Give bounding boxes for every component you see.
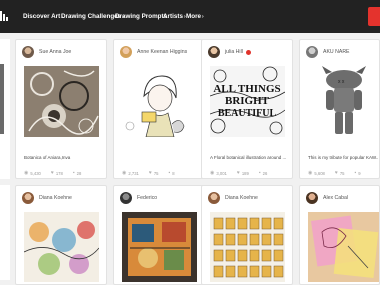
artwork-stats: ◉ 5,608 ♥ 75 ▪ 9 xyxy=(308,170,371,176)
svg-text:x x: x x xyxy=(338,79,345,85)
nav-more[interactable]: More › xyxy=(186,0,204,33)
artwork-image[interactable]: ALL THINGS BRIGHT BEAUTIFUL xyxy=(210,66,285,137)
username[interactable]: Diana Koehne xyxy=(39,195,72,201)
artwork-stats: ◉ 3,001 ♥ 189 ▪ 26 xyxy=(210,170,277,176)
heart-icon: ♥ xyxy=(50,170,54,176)
eye-icon: ◉ xyxy=(122,170,127,176)
pro-badge-icon xyxy=(245,49,251,55)
avatar[interactable] xyxy=(306,192,318,204)
artwork-card[interactable]: julia Hill ALL THINGS BRIGHT BEAUTIFUL A… xyxy=(201,39,293,179)
username[interactable]: Alex Cabal xyxy=(323,195,348,201)
artwork-image[interactable]: x x xyxy=(308,66,379,137)
heart-icon: ♥ xyxy=(334,170,338,176)
artwork-description: Botanica of Aniara,Inva xyxy=(24,155,71,160)
artwork-description: A Floral botanical illustration around .… xyxy=(210,155,287,160)
artwork-card[interactable]: AKU NARE x x This is my tribute for popu… xyxy=(299,39,380,179)
join-button[interactable] xyxy=(368,7,380,26)
nav-drawing-prompts[interactable]: Drawing Prompts xyxy=(115,0,167,33)
heart-icon: ♥ xyxy=(148,170,152,176)
username[interactable]: Anne Keenan Higgins xyxy=(137,49,187,55)
eye-icon: ◉ xyxy=(24,170,29,176)
comment-icon: ▪ xyxy=(354,170,357,176)
artwork-card[interactable]: Anne Keenan Higgins ◉ 2,731 ♥ 75 ▪ 8 xyxy=(113,39,205,179)
views-stat: ◉ 5,430 xyxy=(24,170,41,176)
avatar[interactable] xyxy=(120,46,132,58)
views-stat: ◉ 5,608 xyxy=(308,170,325,176)
card-header: Alex Cabal xyxy=(306,192,348,204)
avatar[interactable] xyxy=(208,46,220,58)
artwork-image[interactable] xyxy=(122,212,197,282)
avatar[interactable] xyxy=(22,192,34,204)
comments-stat[interactable]: ▪ 28 xyxy=(73,170,81,176)
nav-discover-art[interactable]: Discover Art › xyxy=(23,0,63,33)
heart-icon: ♥ xyxy=(236,170,240,176)
username[interactable]: Federico xyxy=(137,195,157,201)
artwork-image[interactable] xyxy=(210,212,285,282)
artwork-stats: ◉ 2,731 ♥ 75 ▪ 8 xyxy=(122,170,185,176)
likes-stat[interactable]: ♥ 75 xyxy=(335,170,345,176)
artwork-card[interactable]: Diana Koehne xyxy=(201,185,293,285)
artwork-image[interactable] xyxy=(24,66,99,137)
card-header: Sue Anna Joe xyxy=(22,46,71,58)
artwork-image[interactable] xyxy=(308,212,379,282)
comments-stat[interactable]: ▪ 26 xyxy=(259,170,267,176)
likes-stat[interactable]: ♥ 189 xyxy=(237,170,249,176)
username[interactable]: julia Hill xyxy=(225,49,243,55)
avatar[interactable] xyxy=(208,192,220,204)
artwork-card[interactable]: Sue Anna Joe Botanica of Aniara,Inva ◉ 5,… xyxy=(15,39,107,179)
card-header: julia Hill xyxy=(208,46,251,58)
username[interactable]: AKU NARE xyxy=(323,49,350,55)
partial-card-left-2[interactable] xyxy=(0,185,10,280)
username[interactable]: Sue Anna Joe xyxy=(39,49,71,55)
comments-stat[interactable]: ▪ 9 xyxy=(355,170,361,176)
views-stat: ◉ 3,001 xyxy=(210,170,227,176)
logo-icon[interactable] xyxy=(0,9,8,23)
avatar[interactable] xyxy=(120,192,132,204)
svg-text:BEAUTIFUL: BEAUTIFUL xyxy=(218,108,277,119)
comment-icon: ▪ xyxy=(258,170,261,176)
artwork-card[interactable]: Alex Cabal xyxy=(299,185,380,285)
svg-text:BRIGHT: BRIGHT xyxy=(225,95,270,107)
eye-icon: ◉ xyxy=(308,170,313,176)
nav-artists[interactable]: Artists › xyxy=(163,0,186,33)
artwork-card[interactable]: Diana Koehne xyxy=(15,185,107,285)
likes-stat[interactable]: ♥ 178 xyxy=(51,170,63,176)
artwork-image[interactable] xyxy=(24,212,99,282)
card-header: Diana Koehne xyxy=(22,192,72,204)
comment-icon: ▪ xyxy=(168,170,171,176)
username[interactable]: Diana Koehne xyxy=(225,195,258,201)
avatar[interactable] xyxy=(22,46,34,58)
artwork-image[interactable] xyxy=(122,66,197,137)
card-header: AKU NARE xyxy=(306,46,350,58)
top-navigation-bar: Discover Art › Drawing Challenges › Drawin… xyxy=(0,0,380,33)
partial-card-left[interactable] xyxy=(0,39,10,179)
eye-icon: ◉ xyxy=(210,170,215,176)
svg-text:ALL THINGS: ALL THINGS xyxy=(213,83,280,95)
card-header: Anne Keenan Higgins xyxy=(120,46,187,58)
artwork-card[interactable]: Federico xyxy=(113,185,205,285)
card-header: Diana Koehne xyxy=(208,192,258,204)
views-stat: ◉ 2,731 xyxy=(122,170,139,176)
likes-stat[interactable]: ♥ 75 xyxy=(149,170,159,176)
avatar[interactable] xyxy=(306,46,318,58)
comment-icon: ▪ xyxy=(72,170,75,176)
card-header: Federico xyxy=(120,192,157,204)
artwork-stats: ◉ 5,430 ♥ 178 ▪ 28 xyxy=(24,170,91,176)
comments-stat[interactable]: ▪ 8 xyxy=(169,170,175,176)
artwork-description: This is my tribute for popular KAW... xyxy=(308,155,378,160)
